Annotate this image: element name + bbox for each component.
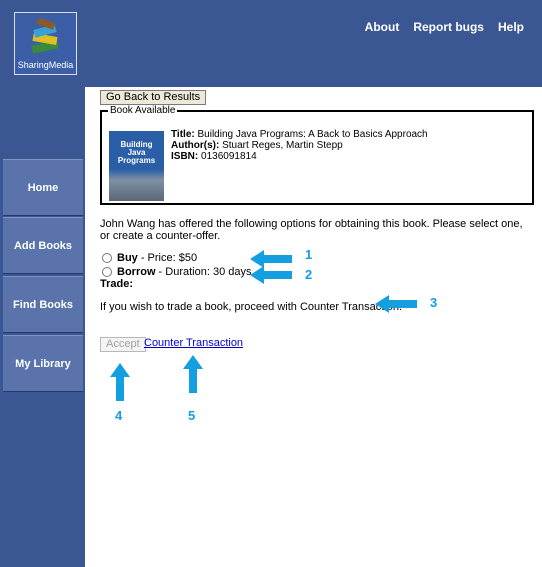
book-authors: Stuart Reges, Martin Stepp	[222, 140, 343, 151]
arrow-2-icon	[250, 266, 292, 284]
sidebar-item-my-library[interactable]: My Library	[3, 335, 83, 392]
book-available-box: Book Available Building Java Programs Ti…	[100, 105, 534, 205]
annotation-label-2: 2	[305, 267, 313, 282]
buy-detail: - Price: $50	[137, 252, 198, 264]
borrow-radio[interactable]	[102, 267, 112, 277]
top-nav: About Report bugs Help	[365, 20, 524, 34]
nav-help-link[interactable]: Help	[498, 20, 524, 34]
sharingmedia-logo[interactable]: SharingMedia	[14, 12, 77, 75]
offer-text: John Wang has offered the following opti…	[100, 218, 523, 242]
trade-label: Trade:	[100, 278, 134, 290]
trade-info-text: If you wish to trade a book, proceed wit…	[100, 301, 403, 313]
annotation-label-3: 3	[430, 295, 438, 310]
sidebar-item-add-books[interactable]: Add Books	[3, 217, 83, 274]
book-legend: Book Available	[110, 105, 176, 116]
book-cover-image: Building Java Programs	[109, 131, 164, 201]
book-details: Title: Building Java Programs: A Back to…	[171, 129, 428, 162]
title-label: Title:	[171, 129, 195, 140]
arrow-5-icon	[183, 355, 203, 393]
buy-label: Buy	[117, 252, 138, 264]
go-back-button[interactable]: Go Back to Results	[100, 90, 207, 105]
books-icon	[31, 19, 59, 54]
borrow-detail: - Duration: 30 days	[155, 266, 252, 278]
annotation-label-4: 4	[115, 408, 123, 423]
nav-report-bugs-link[interactable]: Report bugs	[413, 20, 484, 34]
buy-radio[interactable]	[102, 253, 112, 263]
annotation-label-1: 1	[305, 247, 313, 262]
option-buy[interactable]: Buy - Price: $50	[100, 252, 197, 264]
annotation-label-5: 5	[188, 408, 196, 423]
sidebar-item-label: My Library	[15, 357, 71, 370]
book-title: Building Java Programs: A Back to Basics…	[197, 129, 428, 140]
borrow-label: Borrow	[117, 266, 156, 278]
logo-text: SharingMedia	[17, 60, 74, 70]
arrow-3-icon	[375, 295, 417, 313]
counter-transaction-link[interactable]: Counter Transaction	[144, 337, 243, 349]
header-bar: SharingMedia About Report bugs Help	[0, 0, 542, 87]
cover-title: Building Java Programs	[117, 140, 156, 165]
main-content: Go Back to Results Book Available Buildi…	[85, 87, 542, 567]
sidebar-item-home[interactable]: Home	[3, 159, 83, 216]
sidebar-item-label: Add Books	[13, 239, 73, 252]
sidebar: Home Add Books Find Books My Library	[0, 87, 85, 567]
book-isbn: 0136091814	[201, 151, 257, 162]
arrow-4-icon	[110, 363, 130, 401]
accept-button[interactable]: Accept	[100, 337, 146, 352]
sidebar-item-find-books[interactable]: Find Books	[3, 276, 83, 333]
option-borrow[interactable]: Borrow - Duration: 30 days	[100, 266, 252, 278]
isbn-label: ISBN:	[171, 151, 199, 162]
sidebar-item-label: Find Books	[13, 298, 73, 311]
author-label: Author(s):	[171, 140, 220, 151]
nav-about-link[interactable]: About	[365, 20, 400, 34]
sidebar-item-label: Home	[27, 181, 59, 194]
